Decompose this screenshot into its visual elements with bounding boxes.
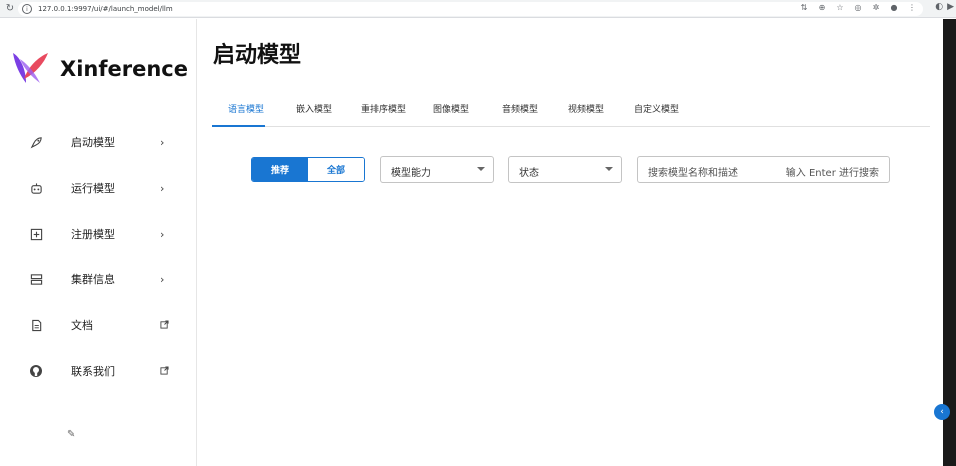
chevron-right-icon: › [160, 135, 165, 149]
sidebar-item-docs[interactable]: 文档 [0, 307, 196, 343]
sidebar-item-register-model[interactable]: 注册模型 › [0, 216, 196, 252]
recommended-all-toggle: 推荐 全部 [251, 157, 365, 182]
browser-right-icons: ◐ ▶ [935, 2, 954, 12]
address-bar[interactable]: i 127.0.0.1:9997/ui/#/launch_model/llm ⇅… [18, 2, 923, 16]
sidebar-item-label: 运行模型 [71, 182, 115, 195]
model-search-input[interactable]: 搜索模型名称和描述 输入 Enter 进行搜索 [637, 156, 890, 183]
search-placeholder: 搜索模型名称和描述 [648, 168, 738, 179]
tab-image-models[interactable]: 图像模型 [433, 102, 469, 115]
chevron-right-icon: › [160, 272, 165, 286]
bookmark-star-icon[interactable]: ☆ [835, 3, 845, 12]
url-text: 127.0.0.1:9997/ui/#/launch_model/llm [38, 5, 173, 13]
zoom-icon[interactable]: ⊕ [817, 3, 827, 12]
model-ability-select-label: 模型能力 [391, 168, 431, 179]
pin-icon[interactable]: ✎ [67, 429, 75, 440]
sidebar-item-label: 集群信息 [71, 273, 115, 286]
robot-icon [29, 181, 43, 195]
tab-custom-models[interactable]: 自定义模型 [634, 102, 679, 115]
status-select[interactable]: 状态 [508, 156, 622, 183]
tab-rerank-models[interactable]: 重排序模型 [361, 102, 406, 115]
browser-toolbar: ↻ i 127.0.0.1:9997/ui/#/launch_model/llm… [0, 0, 956, 18]
sidebar-item-label: 注册模型 [71, 228, 115, 241]
settings-icon[interactable]: ✲ [871, 3, 881, 12]
page-title: 启动模型 [213, 43, 302, 68]
status-select-label: 状态 [519, 168, 539, 179]
tab-language-models[interactable]: 语言模型 [228, 102, 264, 115]
external-link-icon [160, 319, 169, 332]
external-link-icon [160, 365, 169, 378]
chevron-right-icon: › [160, 227, 165, 241]
sidebar-item-launch-model[interactable]: 启动模型 › [0, 124, 196, 160]
site-info-icon[interactable]: i [22, 4, 32, 14]
xinference-logo-icon [13, 53, 48, 83]
caret-down-icon [477, 167, 485, 171]
right-edge-strip [943, 19, 956, 466]
tab-audio-models[interactable]: 音频模型 [502, 102, 538, 115]
sidebar-item-contact-us[interactable]: 联系我们 [0, 353, 196, 389]
sidebar-item-label: 启动模型 [71, 136, 115, 149]
sidebar-item-running-models[interactable]: 运行模型 › [0, 170, 196, 206]
reload-icon[interactable]: ↻ [3, 2, 17, 16]
sidebar-item-cluster-info[interactable]: 集群信息 › [0, 261, 196, 297]
recommended-button[interactable]: 推荐 [252, 158, 308, 181]
rocket-icon [29, 135, 43, 149]
search-hint: 输入 Enter 进行搜索 [785, 168, 879, 179]
model-type-tabs: 语言模型 嵌入模型 重排序模型 图像模型 音频模型 视频模型 自定义模型 [212, 96, 930, 127]
model-ability-select[interactable]: 模型能力 [380, 156, 494, 183]
add-box-icon [29, 227, 43, 241]
sidebar-item-label: 联系我们 [71, 365, 115, 378]
play-icon[interactable]: ▶ [947, 2, 954, 12]
github-icon [29, 364, 43, 378]
translate-icon[interactable]: ⇅ [799, 3, 809, 12]
app-name: Xinference [60, 57, 188, 81]
chevron-left-icon[interactable]: ‹ [934, 404, 950, 420]
chevron-right-icon: › [160, 181, 165, 195]
sidebar: Xinference 启动模型 › 运行模型 › 注册模型 › 集群信息 › 文… [0, 19, 197, 466]
tab-video-models[interactable]: 视频模型 [568, 102, 604, 115]
app-logo[interactable]: Xinference [10, 49, 188, 87]
main-content: 启动模型 语言模型 嵌入模型 重排序模型 图像模型 音频模型 视频模型 自定义模… [197, 19, 943, 466]
server-icon [29, 272, 43, 286]
document-icon [29, 318, 43, 332]
caret-down-icon [605, 167, 613, 171]
more-icon[interactable]: ⋮ [907, 3, 917, 12]
tab-embedding-models[interactable]: 嵌入模型 [296, 102, 332, 115]
address-bar-actions: ⇅ ⊕ ☆ ◎ ✲ ● ⋮ [799, 3, 917, 12]
profile-icon[interactable]: ● [889, 3, 899, 12]
extension-logo-icon[interactable]: ◐ [935, 2, 943, 12]
sidebar-item-label: 文档 [71, 319, 93, 332]
active-tab-indicator [212, 125, 265, 127]
extension-icon[interactable]: ◎ [853, 3, 863, 12]
all-button[interactable]: 全部 [308, 158, 364, 181]
